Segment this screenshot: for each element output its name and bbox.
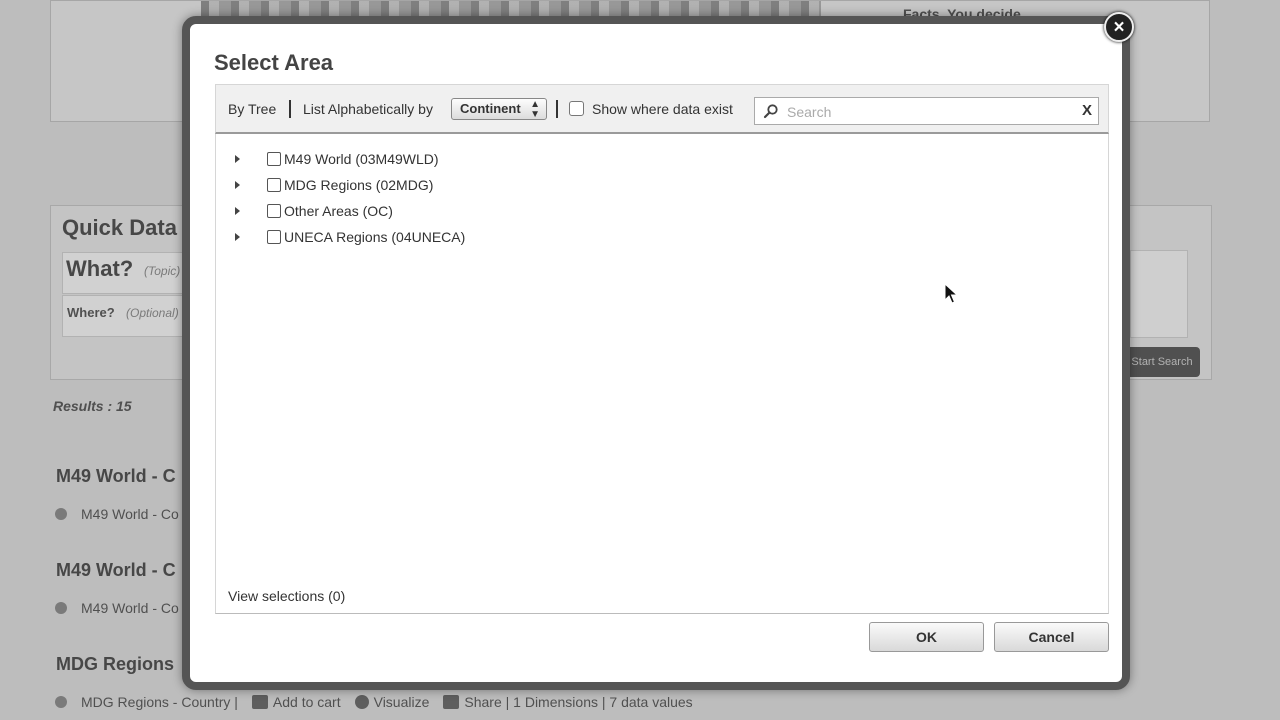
- list-alphabetically-label[interactable]: List Alphabetically by: [303, 101, 433, 117]
- show-data-exist-label[interactable]: Show where data exist: [592, 101, 733, 117]
- dialog-title: Select Area: [214, 50, 334, 75]
- expand-arrow-icon[interactable]: [235, 233, 240, 241]
- area-search-box[interactable]: X: [754, 97, 1099, 125]
- tree-item-checkbox[interactable]: [267, 204, 281, 218]
- tree-item-checkbox[interactable]: [267, 152, 281, 166]
- search-input[interactable]: [785, 101, 1079, 123]
- tree-item-checkbox[interactable]: [267, 178, 281, 192]
- expand-arrow-icon[interactable]: [235, 207, 240, 215]
- toolbar-divider: [556, 100, 558, 118]
- area-tree: M49 World (03M49WLD) MDG Regions (02MDG)…: [215, 134, 1109, 614]
- select-arrows-icon: ▲ ▼: [530, 99, 540, 120]
- show-data-exist-checkbox[interactable]: [569, 101, 584, 116]
- tree-item-label[interactable]: Other Areas (OC): [284, 203, 393, 219]
- by-tree-link[interactable]: By Tree: [228, 101, 276, 117]
- view-selections-link[interactable]: View selections (0): [228, 588, 345, 604]
- search-icon: [763, 104, 778, 119]
- close-dialog-button[interactable]: ×: [1104, 12, 1134, 42]
- mouse-cursor-icon: [944, 283, 958, 304]
- toolbar-divider: [289, 100, 291, 118]
- cancel-button[interactable]: Cancel: [994, 622, 1109, 652]
- dialog-toolbar: By Tree List Alphabetically by Continent…: [215, 84, 1109, 134]
- expand-arrow-icon[interactable]: [235, 181, 240, 189]
- tree-item-checkbox[interactable]: [267, 230, 281, 244]
- select-area-dialog: Select Area By Tree List Alphabetically …: [182, 16, 1130, 690]
- expand-arrow-icon[interactable]: [235, 155, 240, 163]
- tree-item-label[interactable]: MDG Regions (02MDG): [284, 177, 433, 193]
- ok-button[interactable]: OK: [869, 622, 984, 652]
- tree-item-label[interactable]: M49 World (03M49WLD): [284, 151, 439, 167]
- tree-item-label[interactable]: UNECA Regions (04UNECA): [284, 229, 465, 245]
- sort-by-select[interactable]: Continent ▲ ▼: [451, 98, 547, 120]
- sort-by-value: Continent: [460, 101, 521, 116]
- clear-search-icon[interactable]: X: [1082, 102, 1092, 119]
